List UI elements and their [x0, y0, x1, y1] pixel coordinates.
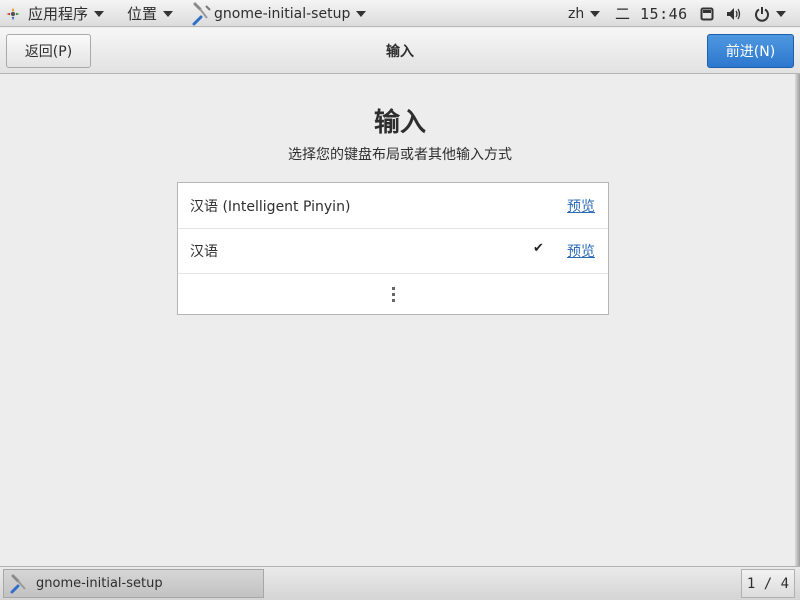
app-menu[interactable]: gnome-initial-setup	[192, 0, 367, 27]
input-source-list: 汉语 (Intelligent Pinyin) 预览 汉语 ✔ 预览	[177, 182, 609, 315]
input-source-label: 汉语	[190, 244, 218, 260]
header-bar: 输入 返回(P) 前进(N)	[0, 28, 800, 74]
places-menu[interactable]: 位置	[127, 0, 174, 27]
chevron-down-icon	[590, 10, 601, 17]
header-title: 输入	[386, 44, 414, 60]
power-icon	[755, 6, 769, 22]
page-subtitle: 选择您的键盘布局或者其他输入方式	[288, 147, 512, 163]
apps-logo-icon	[6, 7, 20, 20]
input-language-indicator[interactable]: zh	[568, 0, 601, 27]
input-source-row[interactable]: 汉语 (Intelligent Pinyin) 预览	[178, 183, 608, 229]
next-button[interactable]: 前进(N)	[707, 34, 794, 68]
volume-icon[interactable]	[725, 5, 743, 22]
preview-link[interactable]: 预览	[567, 196, 595, 216]
bottom-taskbar: gnome-initial-setup 1 / 4	[0, 566, 800, 600]
applications-menu-label: 应用程序	[28, 5, 89, 23]
tool-icon	[192, 2, 211, 25]
taskbar-window-label: gnome-initial-setup	[36, 576, 163, 591]
workspace-indicator[interactable]: 1 / 4	[741, 569, 795, 598]
app-menu-label: gnome-initial-setup	[214, 5, 351, 22]
checkmark-icon: ✔	[533, 241, 544, 256]
input-source-label: 汉语 (Intelligent Pinyin)	[190, 199, 351, 215]
applications-menu[interactable]: 应用程序	[6, 0, 105, 27]
chevron-down-icon	[356, 10, 367, 17]
chevron-down-icon	[776, 10, 786, 17]
clock[interactable]: 二 15:46	[615, 0, 688, 27]
window-edge	[795, 74, 800, 566]
top-panel: 应用程序 位置 gnome-initial-setup zh 二 15:46	[0, 0, 800, 27]
language-label: zh	[568, 5, 585, 22]
chevron-down-icon	[94, 10, 105, 17]
tool-icon	[10, 574, 26, 593]
power-menu[interactable]	[754, 0, 786, 27]
input-source-row[interactable]: 汉语 ✔ 预览	[178, 229, 608, 274]
page-title: 输入	[373, 108, 426, 138]
more-vertical-icon	[391, 286, 395, 302]
more-sources-button[interactable]	[178, 274, 608, 314]
back-button[interactable]: 返回(P)	[6, 34, 91, 68]
chevron-down-icon	[163, 10, 174, 17]
window-icon[interactable]	[698, 5, 716, 22]
places-menu-label: 位置	[127, 5, 158, 23]
preview-link[interactable]: 预览	[567, 241, 595, 261]
taskbar-window-button[interactable]: gnome-initial-setup	[3, 569, 264, 598]
